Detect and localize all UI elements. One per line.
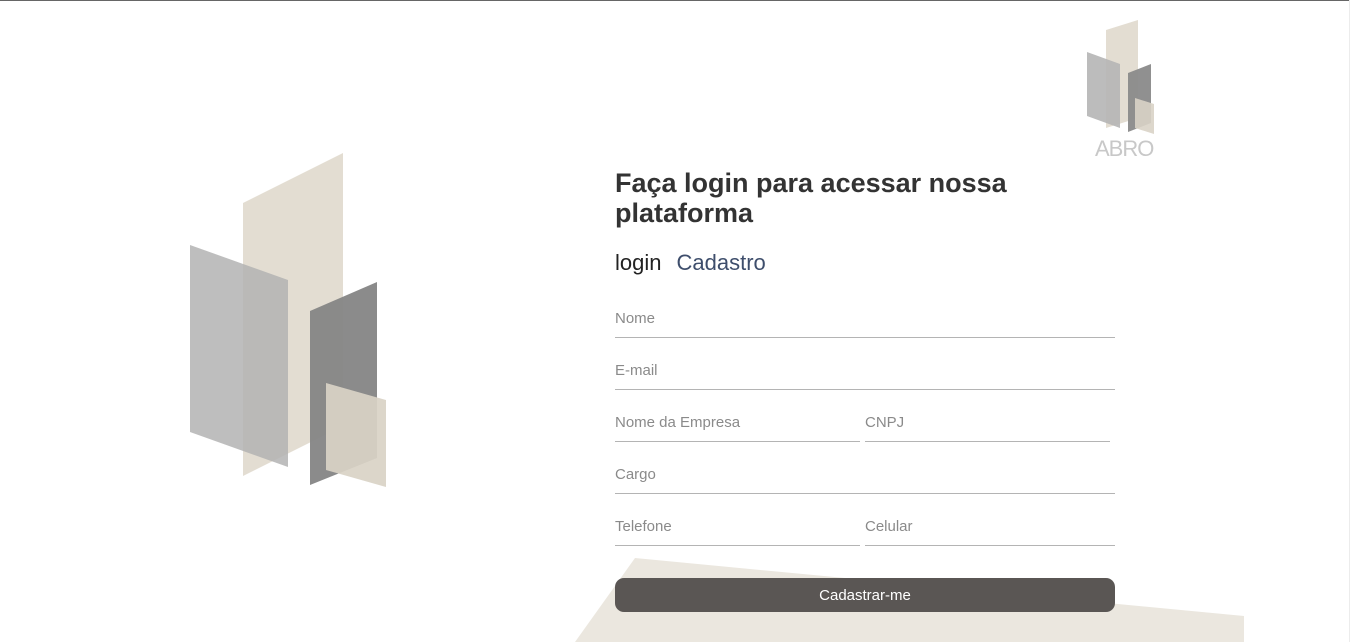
nome-input[interactable] (615, 310, 1115, 327)
top-border (0, 0, 1350, 1)
form-row (615, 442, 1115, 494)
logo-text: ABRO (1095, 136, 1154, 161)
signup-panel: Faça login para acessar nossa plataforma… (615, 168, 1115, 612)
cargo-input[interactable] (615, 466, 1115, 483)
cnpj-input[interactable] (865, 414, 1110, 431)
form-row (615, 390, 1115, 442)
telefone-field-wrapper (615, 494, 860, 546)
celular-field-wrapper (865, 494, 1115, 546)
tab-cadastro[interactable]: Cadastro (676, 250, 765, 276)
form-row (615, 494, 1115, 546)
auth-tabs: login Cadastro (615, 250, 1115, 276)
email-field-wrapper (615, 338, 1115, 390)
celular-input[interactable] (865, 518, 1115, 535)
page-title: Faça login para acessar nossa plataforma (615, 168, 1007, 228)
cargo-field-wrapper (615, 442, 1115, 494)
telefone-input[interactable] (615, 518, 860, 535)
cnpj-field-wrapper (865, 390, 1110, 442)
empresa-input[interactable] (615, 414, 860, 431)
tab-login[interactable]: login (615, 250, 661, 276)
empresa-field-wrapper (615, 390, 860, 442)
signup-form: Cadastrar-me (615, 286, 1115, 612)
form-row (615, 338, 1115, 390)
nome-field-wrapper (615, 286, 1115, 338)
email-input[interactable] (615, 362, 1115, 379)
form-row (615, 286, 1115, 338)
submit-button[interactable]: Cadastrar-me (615, 578, 1115, 612)
